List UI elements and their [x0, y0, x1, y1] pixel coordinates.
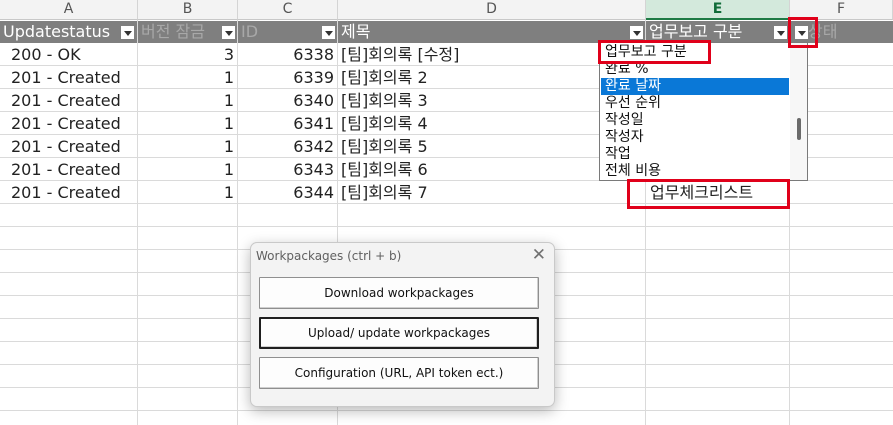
grid-line	[0, 226, 893, 227]
upload-update-workpackages-button[interactable]: Upload/ update workpackages	[259, 317, 539, 349]
cell-title[interactable]: [팀]회의록 3	[341, 89, 428, 112]
cell-version-lock[interactable]: 1	[138, 112, 234, 135]
header-cell-updatestatus[interactable]: Updatestatus	[0, 21, 137, 43]
dropdown-option[interactable]: 우선 순위	[601, 95, 789, 112]
filter-dropdown-arrow-icon[interactable]	[773, 25, 788, 40]
workpackages-dialog: Workpackages (ctrl + b) ✕ Download workp…	[250, 242, 555, 407]
cell-id[interactable]: 6344	[238, 181, 334, 204]
column-header-d[interactable]: D	[338, 0, 646, 20]
filter-dropdown-arrow-icon[interactable]	[321, 25, 336, 40]
dialog-title: Workpackages (ctrl + b)	[256, 249, 402, 263]
cell-id[interactable]: 6341	[238, 112, 334, 135]
download-workpackages-button[interactable]: Download workpackages	[259, 277, 539, 309]
annotation-highlight-box	[627, 179, 790, 209]
annotation-highlight-box	[598, 40, 711, 64]
cell-version-lock[interactable]: 1	[138, 66, 234, 89]
dropdown-option-highlighted[interactable]: 완료 날짜	[601, 78, 789, 95]
cell-status[interactable]: 201 - Created	[11, 135, 121, 158]
grid-line	[0, 410, 893, 411]
cell-status[interactable]: 201 - Created	[11, 112, 121, 135]
cell-status[interactable]: 201 - Created	[11, 89, 121, 112]
dropdown-option[interactable]: 작성자	[601, 129, 789, 146]
cell-version-lock[interactable]: 1	[138, 158, 234, 181]
cell-id[interactable]: 6339	[238, 66, 334, 89]
configuration-button[interactable]: Configuration (URL, API token ect.)	[259, 357, 539, 389]
cell-version-lock[interactable]: 1	[138, 135, 234, 158]
cell-id[interactable]: 6342	[238, 135, 334, 158]
cell-title[interactable]: [팀]회의록 4	[341, 112, 428, 135]
cell-status[interactable]: 201 - Created	[11, 158, 121, 181]
cell-status[interactable]: 200 - OK	[11, 43, 81, 66]
column-header-e[interactable]: E	[646, 0, 790, 20]
cell-version-lock[interactable]: 1	[138, 181, 234, 204]
cell-id[interactable]: 6340	[238, 89, 334, 112]
filter-dropdown-arrow-icon[interactable]	[120, 25, 135, 40]
dropdown-option[interactable]: 전체 비용	[601, 163, 789, 180]
dropdown-option[interactable]: 작업	[601, 146, 789, 163]
cell-version-lock[interactable]: 3	[138, 43, 234, 66]
cell-title[interactable]: [팀]회의록 7	[341, 181, 428, 204]
cell-status[interactable]: 201 - Created	[11, 66, 121, 89]
cell-status[interactable]: 201 - Created	[11, 181, 121, 204]
column-header-a[interactable]: A	[0, 0, 138, 20]
cell-version-lock[interactable]: 1	[138, 89, 234, 112]
cell-title[interactable]: [팀]회의록 6	[341, 158, 428, 181]
filter-dropdown-arrow-icon[interactable]	[221, 25, 236, 40]
column-header-b[interactable]: B	[138, 0, 238, 20]
close-icon[interactable]: ✕	[532, 245, 546, 265]
scrollbar-thumb[interactable]	[797, 118, 801, 140]
dropdown-scrollbar[interactable]	[790, 43, 807, 180]
filter-dropdown-arrow-icon[interactable]	[629, 25, 644, 40]
dropdown-option[interactable]: 작성일	[601, 112, 789, 129]
cell-title[interactable]: [팀]회의록 [수정]	[341, 43, 459, 66]
cell-id[interactable]: 6343	[238, 158, 334, 181]
cell-title[interactable]: [팀]회의록 5	[341, 135, 428, 158]
annotation-highlight-box	[788, 17, 818, 48]
cell-id[interactable]: 6338	[238, 43, 334, 66]
cell-title[interactable]: [팀]회의록 2	[341, 66, 428, 89]
column-header-c[interactable]: C	[238, 0, 338, 20]
